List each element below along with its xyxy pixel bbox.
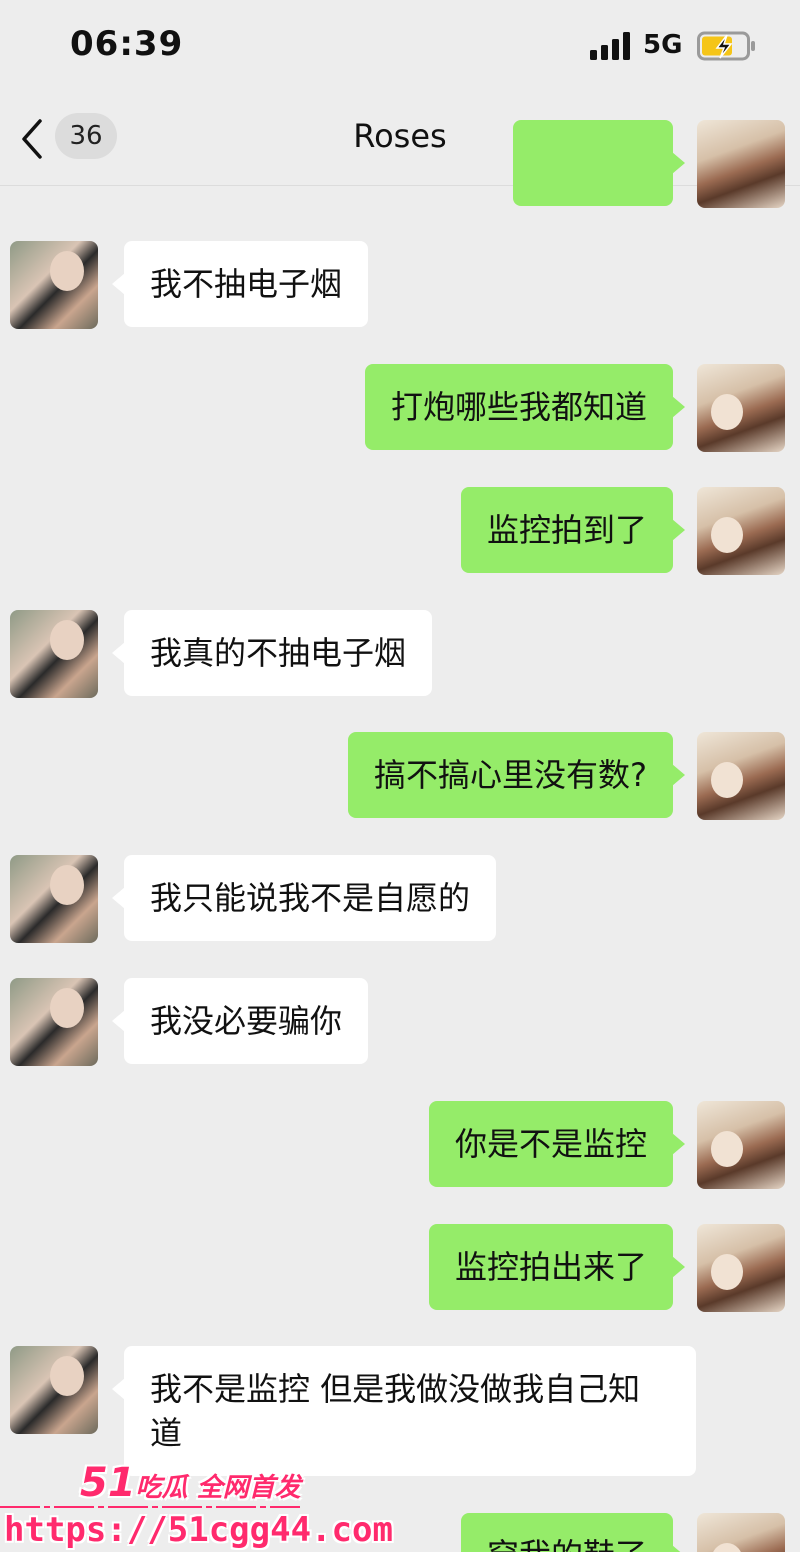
watermark-url: https://51cgg44.com <box>4 1510 393 1550</box>
self-avatar[interactable] <box>697 487 785 575</box>
message-bubble[interactable]: 监控拍到了 <box>460 487 686 573</box>
self-avatar[interactable] <box>697 364 785 452</box>
chat-title: Roses <box>353 117 447 155</box>
message-bubble[interactable]: 搞不搞心里没有数? <box>348 732 685 818</box>
message-bubble[interactable]: 打炮哪些我都知道 <box>364 364 686 450</box>
signal-bars-icon <box>590 32 630 60</box>
network-label: 5G <box>643 30 683 60</box>
battery-charging-icon <box>697 31 755 61</box>
message-bubble[interactable]: 你是不是监控 <box>428 1101 686 1187</box>
contact-avatar[interactable] <box>10 855 98 943</box>
message-bubble[interactable]: 我不是监控 但是我做没做我自己知道 <box>112 1346 696 1476</box>
self-avatar[interactable] <box>697 1101 785 1189</box>
status-time: 06:39 <box>70 24 184 64</box>
watermark-brand-text: 吃瓜 全网首发 <box>135 1473 301 1503</box>
self-avatar[interactable] <box>697 120 785 208</box>
watermark-brand-number: 51 <box>80 1460 136 1506</box>
message-bubble[interactable]: 我没必要骗你 <box>111 978 369 1064</box>
contact-avatar[interactable] <box>10 610 98 698</box>
message-bubble[interactable]: 我只能说我不是自愿的 <box>111 855 497 941</box>
watermark: 51吃瓜 全网首发 https://51cgg44.com <box>0 1460 393 1552</box>
chat-screen: 06:39 5G 36 Roses 我不抽电子烟 打炮哪些我都知道 监控拍到了 … <box>0 0 800 1552</box>
status-bar: 06:39 5G <box>0 0 800 95</box>
contact-avatar[interactable] <box>10 1346 98 1434</box>
message-bubble[interactable] <box>513 120 685 206</box>
self-avatar[interactable] <box>697 732 785 820</box>
message-bubble[interactable]: 穿我的鞋了 <box>460 1513 686 1552</box>
self-avatar[interactable] <box>697 1224 785 1312</box>
message-list[interactable]: 我不抽电子烟 打炮哪些我都知道 监控拍到了 我真的不抽电子烟 搞不搞心里没有数? <box>0 120 800 1552</box>
contact-avatar[interactable] <box>10 978 98 1066</box>
message-bubble[interactable]: 监控拍出来了 <box>428 1224 686 1310</box>
contact-avatar[interactable] <box>10 241 98 329</box>
message-bubble[interactable]: 我真的不抽电子烟 <box>111 610 433 696</box>
message-bubble[interactable]: 我不抽电子烟 <box>111 241 369 327</box>
watermark-brand: 51吃瓜 全网首发 <box>80 1460 301 1506</box>
self-avatar[interactable] <box>697 1513 785 1552</box>
